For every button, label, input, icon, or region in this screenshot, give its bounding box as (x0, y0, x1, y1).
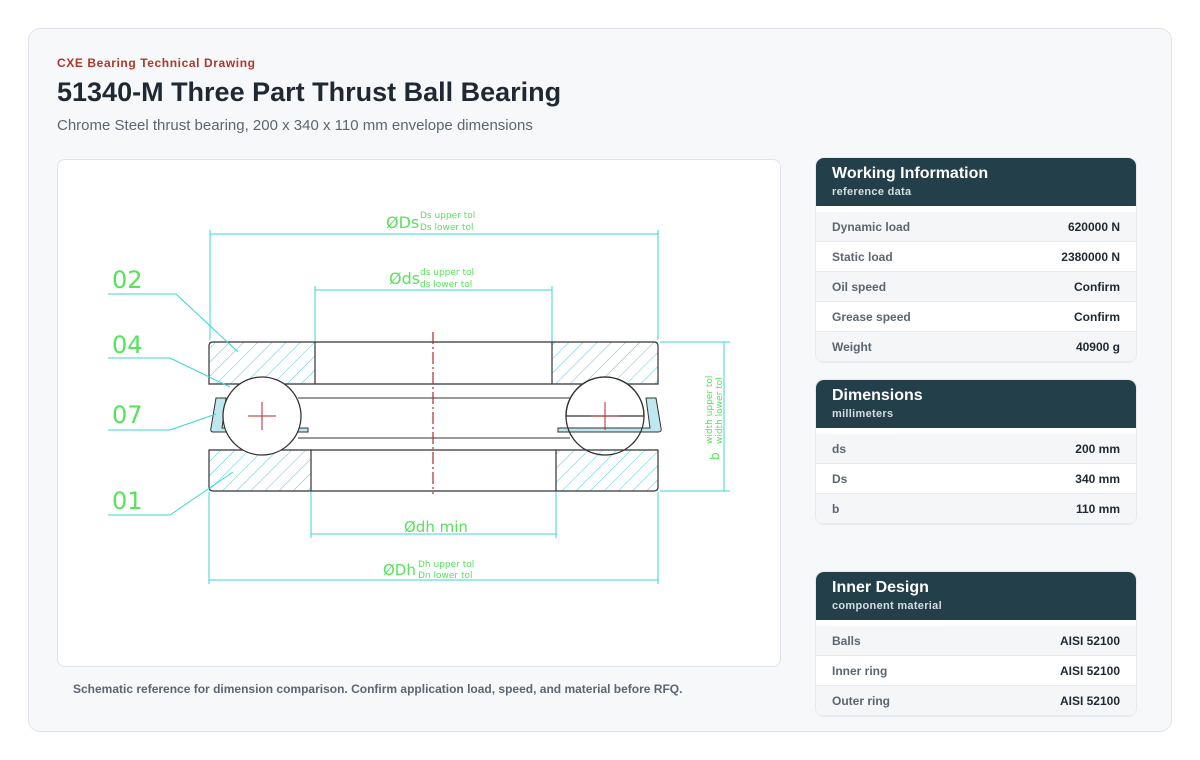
spec-key: b (832, 501, 840, 516)
spec-key: Inner ring (832, 663, 888, 678)
spec-value: AISI 52100 (1059, 693, 1120, 708)
spec-row-static-load: Static load 2380000 N (816, 242, 1136, 272)
eyebrow-label: CXE Bearing Technical Drawing (57, 56, 256, 70)
spec-row-weight: Weight 40900 g (816, 332, 1136, 362)
spec-value: 620000 N (1067, 219, 1120, 234)
page-title: 51340-M Three Part Thrust Ball Bearing (57, 77, 562, 107)
spec-key: ds (832, 441, 847, 456)
page-subtitle: Chrome Steel thrust bearing, 200 x 340 x… (57, 117, 533, 134)
drawing-caption: Schematic reference for dimension compar… (73, 682, 683, 696)
spec-value: AISI 52100 (1059, 633, 1120, 648)
working-information-panel: Working Information reference data Dynam… (816, 158, 1136, 362)
callout-04: 04 (112, 331, 143, 359)
panel-subtitle: component material (832, 600, 942, 612)
dh-label: Ødh min (404, 518, 468, 536)
technical-drawing: ØDs Ds upper tol Ds lower tol Øds ds upp… (57, 159, 781, 667)
spec-row-inner-ring: Inner ring AISI 52100 (816, 656, 1136, 686)
panel-subtitle: reference data (832, 186, 912, 198)
dimensions-panel: Dimensions millimeters ds 200 mm Ds 340 mm… (816, 380, 1136, 524)
ds-label: Øds (389, 269, 420, 288)
panel-header: Working Information reference data (816, 158, 1136, 206)
spec-row-grease-speed: Grease speed Confirm (816, 302, 1136, 332)
callout-07: 07 (112, 401, 143, 429)
spec-value: Confirm (1074, 309, 1120, 324)
b-lower-tol: width lower tol (715, 377, 725, 444)
Dh-label: ØDh (383, 561, 416, 579)
Dh-upper-tol: Dh upper tol (418, 560, 474, 570)
panel-title: Inner Design (832, 579, 929, 596)
dim-ds: Øds ds upper tol ds lower tol (314, 268, 553, 384)
b-upper-tol: width upper tol (705, 376, 715, 444)
dim-Dh: ØDh Dh upper tol Dn lower tol (208, 492, 659, 584)
dim-dh: Ødh min (310, 492, 557, 538)
Ds-label: ØDs (386, 213, 419, 232)
spec-value: 200 mm (1075, 441, 1120, 456)
ds-upper-tol: ds upper tol (420, 268, 474, 278)
spec-row-outer-ring: Outer ring AISI 52100 (816, 686, 1136, 716)
spec-row-b: b 110 mm (816, 494, 1136, 524)
panel-header: Dimensions millimeters (816, 380, 1136, 428)
spec-key: Static load (832, 249, 893, 264)
Dh-lower-tol: Dn lower tol (418, 571, 473, 581)
spec-key: Outer ring (832, 693, 891, 708)
spec-value: Confirm (1074, 279, 1120, 294)
spec-value: 40900 g (1075, 339, 1120, 354)
panel-title: Dimensions (832, 387, 923, 404)
spec-row-Ds: Ds 340 mm (816, 464, 1136, 494)
Ds-upper-tol: Ds upper tol (420, 211, 475, 221)
callout-02: 02 (112, 266, 143, 294)
panel-title: Working Information (832, 165, 989, 182)
spec-row-oil-speed: Oil speed Confirm (816, 272, 1136, 302)
b-label: b (708, 452, 722, 460)
panel-subtitle: millimeters (832, 408, 894, 420)
spec-key: Grease speed (832, 309, 911, 324)
spec-key: Ds (832, 471, 848, 486)
ds-lower-tol: ds lower tol (420, 280, 472, 290)
callout-01: 01 (112, 487, 143, 515)
spec-value: AISI 52100 (1059, 663, 1120, 678)
spec-key: Balls (832, 633, 861, 648)
product-card: CXE Bearing Technical Drawing 51340-M Th… (28, 28, 1172, 732)
bearing-drawing-svg: ØDs Ds upper tol Ds lower tol Øds ds upp… (108, 211, 730, 584)
dim-b: b width upper tol width lower tol (660, 341, 730, 492)
spec-row-ds: ds 200 mm (816, 434, 1136, 464)
spec-key: Dynamic load (832, 219, 911, 234)
panel-header: Inner Design component material (816, 572, 1136, 620)
inner-design-panel: Inner Design component material Balls AIS… (816, 572, 1136, 716)
spec-row-dynamic-load: Dynamic load 620000 N (816, 212, 1136, 242)
spec-value: 340 mm (1075, 471, 1120, 486)
spec-key: Oil speed (832, 279, 887, 294)
spec-value: 110 mm (1075, 501, 1120, 516)
spec-value: 2380000 N (1061, 249, 1120, 264)
Ds-lower-tol: Ds lower tol (420, 223, 473, 233)
spec-key: Weight (832, 339, 872, 354)
spec-row-balls: Balls AISI 52100 (816, 626, 1136, 656)
